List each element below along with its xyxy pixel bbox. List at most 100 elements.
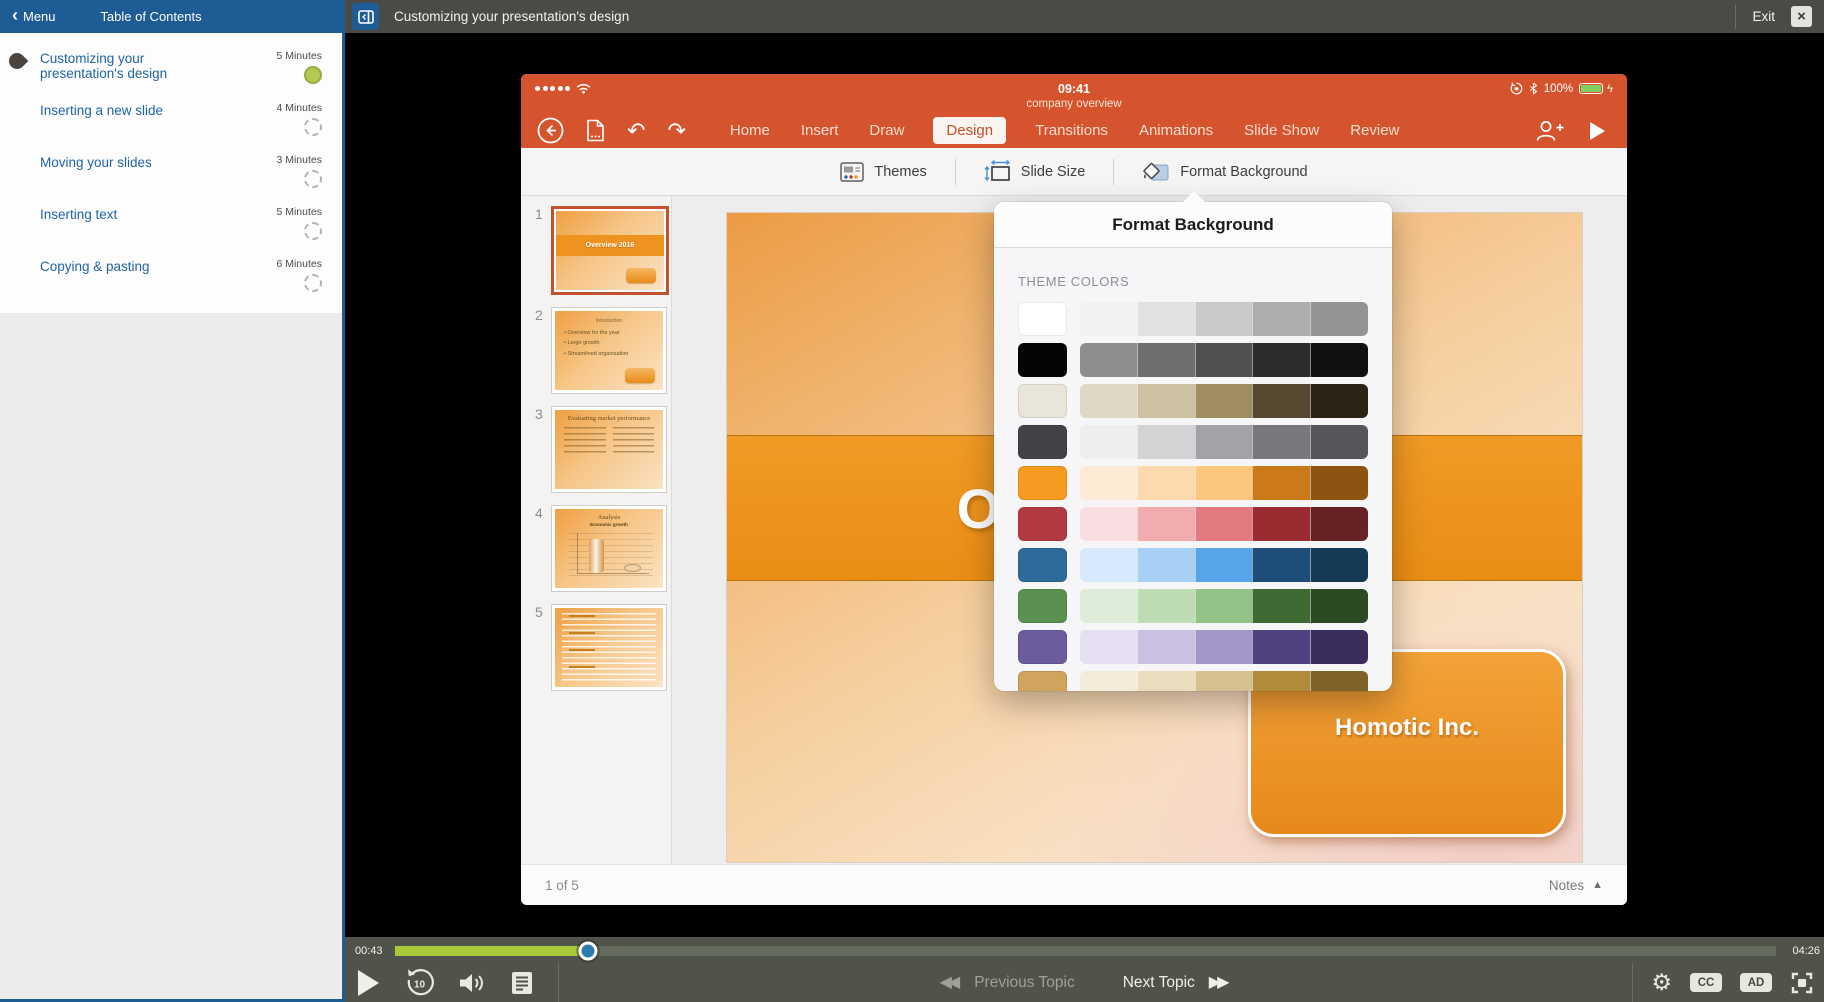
exit-button[interactable]: Exit xyxy=(1752,9,1775,24)
theme-color-swatch[interactable] xyxy=(1137,466,1195,500)
theme-color-swatch[interactable] xyxy=(1080,302,1137,336)
back-icon[interactable] xyxy=(537,117,564,144)
theme-color-swatch[interactable] xyxy=(1137,548,1195,582)
redo-icon[interactable]: ↷ xyxy=(667,120,685,142)
slide-thumbnail-5[interactable] xyxy=(551,604,667,691)
theme-color-swatch[interactable] xyxy=(1080,548,1137,582)
theme-color-swatch[interactable] xyxy=(1137,302,1195,336)
theme-color-swatch[interactable] xyxy=(1195,548,1253,582)
theme-color-swatch[interactable] xyxy=(1252,630,1310,664)
theme-color-swatch[interactable] xyxy=(1137,343,1195,377)
tab-animations[interactable]: Animations xyxy=(1137,117,1215,144)
theme-color-swatch[interactable] xyxy=(1018,384,1067,418)
theme-color-swatch[interactable] xyxy=(1018,671,1067,691)
transcript-button[interactable] xyxy=(511,971,533,995)
theme-color-swatch[interactable] xyxy=(1018,425,1067,459)
tab-design[interactable]: Design xyxy=(933,117,1006,144)
theme-color-swatch[interactable] xyxy=(1310,425,1368,459)
fullscreen-button[interactable] xyxy=(1790,971,1814,995)
theme-color-swatch[interactable] xyxy=(1252,384,1310,418)
seek-bar[interactable] xyxy=(395,946,1776,956)
theme-color-swatch[interactable] xyxy=(1080,343,1137,377)
theme-color-swatch[interactable] xyxy=(1018,589,1067,623)
slide-thumbnail-3[interactable]: Evaluating market performance xyxy=(551,406,667,493)
theme-color-swatch[interactable] xyxy=(1252,671,1310,691)
tab-home[interactable]: Home xyxy=(728,117,772,144)
theme-color-swatch[interactable] xyxy=(1252,425,1310,459)
theme-color-swatch[interactable] xyxy=(1195,507,1253,541)
theme-color-swatch[interactable] xyxy=(1137,507,1195,541)
theme-color-swatch[interactable] xyxy=(1018,548,1067,582)
theme-color-swatch[interactable] xyxy=(1080,384,1137,418)
slide-thumbnail-1[interactable]: Overview 2016 xyxy=(551,206,669,295)
theme-color-swatch[interactable] xyxy=(1195,630,1253,664)
theme-color-swatch[interactable] xyxy=(1018,466,1067,500)
close-icon[interactable]: × xyxy=(1791,6,1812,27)
notes-toggle[interactable]: Notes ▲ xyxy=(1549,878,1603,893)
theme-color-swatch[interactable] xyxy=(1252,589,1310,623)
theme-color-swatch[interactable] xyxy=(1080,630,1137,664)
tab-transitions[interactable]: Transitions xyxy=(1033,117,1110,144)
theme-color-swatch[interactable] xyxy=(1195,589,1253,623)
theme-color-swatch[interactable] xyxy=(1195,384,1253,418)
tab-insert[interactable]: Insert xyxy=(799,117,841,144)
volume-button[interactable] xyxy=(459,972,486,994)
tab-review[interactable]: Review xyxy=(1348,117,1401,144)
undo-icon[interactable]: ↶ xyxy=(627,120,645,142)
sidebar-item-inserting-text[interactable]: Inserting text 5 Minutes xyxy=(0,197,342,249)
theme-color-swatch[interactable] xyxy=(1195,343,1253,377)
theme-color-swatch[interactable] xyxy=(1310,630,1368,664)
theme-color-swatch[interactable] xyxy=(1310,384,1368,418)
closed-captions-button[interactable]: CC xyxy=(1690,973,1722,992)
theme-color-swatch[interactable] xyxy=(1195,425,1253,459)
theme-color-swatch[interactable] xyxy=(1252,548,1310,582)
theme-color-swatch[interactable] xyxy=(1310,343,1368,377)
sidebar-item-inserting-new-slide[interactable]: Inserting a new slide 4 Minutes xyxy=(0,93,342,145)
theme-color-swatch[interactable] xyxy=(1137,630,1195,664)
theme-color-swatch[interactable] xyxy=(1137,425,1195,459)
theme-color-swatch[interactable] xyxy=(1310,589,1368,623)
theme-color-swatch[interactable] xyxy=(1195,302,1253,336)
sidebar-item-customizing-design[interactable]: Customizing your presentation's design 5… xyxy=(0,41,342,93)
sidebar-item-moving-your-slides[interactable]: Moving your slides 3 Minutes xyxy=(0,145,342,197)
seek-knob[interactable] xyxy=(579,942,598,961)
sidebar-item-copying-pasting[interactable]: Copying & pasting 6 Minutes xyxy=(0,249,342,301)
play-button[interactable] xyxy=(358,970,379,996)
theme-color-swatch[interactable] xyxy=(1252,343,1310,377)
theme-color-swatch[interactable] xyxy=(1080,466,1137,500)
previous-topic-button[interactable]: ◀◀ Previous Topic xyxy=(940,974,1075,992)
theme-color-swatch[interactable] xyxy=(1310,507,1368,541)
format-background-button[interactable]: Format Background xyxy=(1142,160,1307,183)
theme-color-swatch[interactable] xyxy=(1080,589,1137,623)
theme-color-swatch[interactable] xyxy=(1018,630,1067,664)
theme-color-swatch[interactable] xyxy=(1080,425,1137,459)
theme-color-swatch[interactable] xyxy=(1310,466,1368,500)
theme-color-swatch[interactable] xyxy=(1252,466,1310,500)
theme-color-swatch[interactable] xyxy=(1137,384,1195,418)
menu-button[interactable]: ‹ Menu xyxy=(12,9,56,24)
audio-description-button[interactable]: AD xyxy=(1740,973,1772,992)
tab-slide-show[interactable]: Slide Show xyxy=(1242,117,1321,144)
slide-thumbnail-2[interactable]: Introduction • Overview for the year • L… xyxy=(551,307,667,394)
tab-draw[interactable]: Draw xyxy=(867,117,906,144)
theme-color-swatch[interactable] xyxy=(1310,671,1368,691)
collapse-sidebar-button[interactable] xyxy=(352,3,379,30)
slide-size-button[interactable]: Slide Size xyxy=(984,160,1085,183)
theme-color-swatch[interactable] xyxy=(1137,589,1195,623)
theme-color-swatch[interactable] xyxy=(1195,466,1253,500)
next-topic-button[interactable]: Next Topic ▶▶ xyxy=(1123,974,1230,992)
theme-color-swatch[interactable] xyxy=(1310,302,1368,336)
slide-thumbnail-4[interactable]: Analysis Economic growth xyxy=(551,505,667,592)
theme-color-swatch[interactable] xyxy=(1080,671,1137,691)
theme-color-swatch[interactable] xyxy=(1252,507,1310,541)
theme-color-swatch[interactable] xyxy=(1018,302,1067,336)
themes-button[interactable]: Themes xyxy=(840,162,926,182)
share-add-people-icon[interactable] xyxy=(1534,119,1564,142)
theme-color-swatch[interactable] xyxy=(1310,548,1368,582)
theme-color-swatch[interactable] xyxy=(1137,671,1195,691)
theme-color-swatch[interactable] xyxy=(1195,671,1253,691)
theme-color-swatch[interactable] xyxy=(1018,507,1067,541)
video-stage[interactable]: 09:41 100% ϟ xyxy=(345,33,1824,937)
theme-color-swatch[interactable] xyxy=(1018,343,1067,377)
theme-color-swatch[interactable] xyxy=(1080,507,1137,541)
